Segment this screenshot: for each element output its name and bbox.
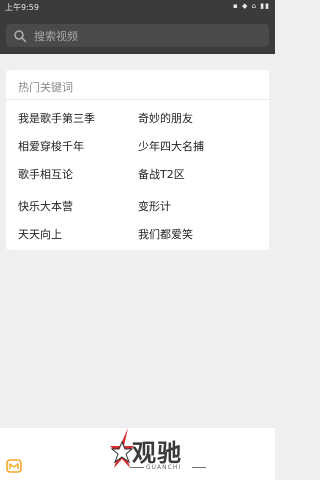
hot-keywords-title: 热门关键词 (18, 81, 73, 94)
watermark-subtext: GUANCHI (146, 464, 182, 471)
search-icon (13, 28, 27, 47)
keyword-item[interactable]: 备战T2区 (138, 166, 185, 182)
header: 搜索视频 (0, 14, 275, 54)
divider (6, 99, 269, 100)
bottom-bar: 观驰 GUANCHI (0, 428, 275, 480)
watermark-text: 观驰 (132, 439, 182, 467)
keyword-item[interactable]: 我是歌手第三季 (18, 110, 95, 126)
search-placeholder: 搜索视频 (34, 30, 78, 43)
keyword-item[interactable]: 我们都爱笑 (138, 226, 193, 242)
keyword-item[interactable]: 快乐大本营 (18, 198, 73, 214)
divider (192, 467, 206, 468)
watermark-logo: 观驰 GUANCHI (78, 428, 228, 480)
status-time: 上午9:59 (5, 3, 39, 12)
app-logo-icon[interactable] (6, 458, 22, 477)
search-input[interactable]: 搜索视频 (6, 24, 269, 47)
keyword-item[interactable]: 奇妙的朋友 (138, 110, 193, 126)
keyword-item[interactable]: 变形计 (138, 198, 171, 214)
divider (130, 467, 144, 468)
keyword-item[interactable]: 天天向上 (18, 226, 62, 242)
status-bar: 上午9:59 ▪ ◆ ⌂ ▮▮ (0, 0, 275, 14)
keyword-item[interactable]: 歌手相互论 (18, 166, 73, 182)
status-icons: ▪ ◆ ⌂ ▮▮ (233, 2, 270, 10)
keyword-item[interactable]: 少年四大名捕 (138, 138, 204, 154)
keyword-item[interactable]: 相爱穿梭千年 (18, 138, 84, 154)
hot-keywords-card: 热门关键词 我是歌手第三季 奇妙的朋友 相爱穿梭千年 少年四大名捕 歌手相互论 … (6, 70, 269, 250)
